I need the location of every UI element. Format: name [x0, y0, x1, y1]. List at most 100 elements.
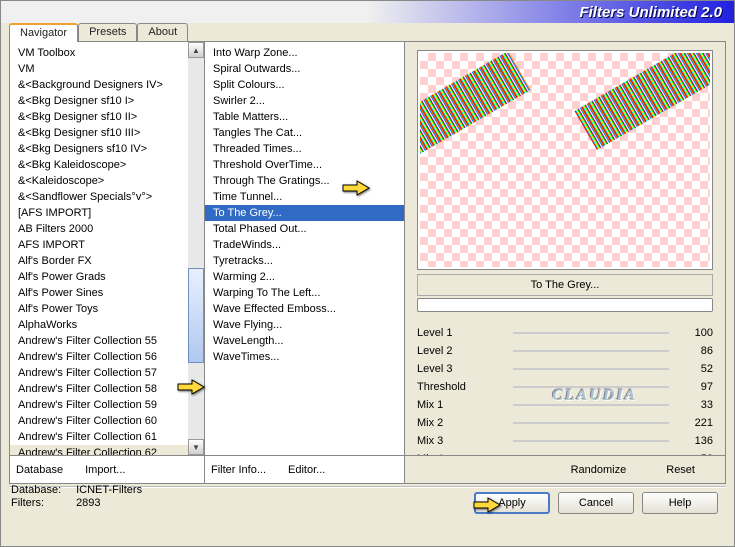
slider-row[interactable]: Mix 2 221 — [417, 414, 713, 432]
slider-value: 221 — [675, 417, 713, 429]
slider-track[interactable] — [513, 368, 669, 370]
list-item[interactable]: Andrew's Filter Collection 59 — [10, 397, 204, 413]
slider-track[interactable] — [513, 422, 669, 424]
list-item[interactable]: Alf's Border FX — [10, 253, 204, 269]
list-item[interactable]: Warping To The Left... — [205, 285, 404, 301]
slider-row[interactable]: Mix 133 — [417, 396, 713, 414]
list-item[interactable]: Wave Flying... — [205, 317, 404, 333]
preview-area — [417, 50, 713, 270]
preview-canvas — [420, 53, 710, 267]
list-item[interactable]: Warming 2... — [205, 269, 404, 285]
slider-row[interactable]: Level 286 — [417, 342, 713, 360]
slider-track[interactable] — [513, 350, 669, 352]
help-button[interactable]: Help — [642, 492, 718, 514]
list-item[interactable]: Spiral Outwards... — [205, 61, 404, 77]
filter-toolbar: Filter Info... Editor... — [205, 455, 404, 483]
status-info: Database: ICNET-Filters Filters: 2893 — [11, 484, 142, 510]
list-item[interactable]: WaveTimes... — [205, 349, 404, 365]
preview-label: To The Grey... — [417, 274, 713, 296]
list-item[interactable]: Andrew's Filter Collection 57 — [10, 365, 204, 381]
slider-row[interactable]: Mix 3136 — [417, 432, 713, 450]
slider-label: Level 3 — [417, 363, 507, 375]
slider-track[interactable] — [513, 404, 669, 406]
tab-about[interactable]: About — [137, 23, 188, 42]
slider-value: 136 — [675, 435, 713, 447]
filter-list[interactable]: Into Warp Zone...Spiral Outwards...Split… — [205, 42, 404, 368]
list-item[interactable]: Alf's Power Toys — [10, 301, 204, 317]
apply-button[interactable]: Apply — [474, 492, 550, 514]
slider-track[interactable] — [513, 440, 669, 442]
database-button[interactable]: Database — [16, 464, 63, 476]
list-item[interactable]: Into Warp Zone... — [205, 45, 404, 61]
list-item[interactable]: Tyretracks... — [205, 253, 404, 269]
list-item[interactable]: Threaded Times... — [205, 141, 404, 157]
filter-info-button[interactable]: Filter Info... — [211, 464, 266, 476]
list-item[interactable]: Time Tunnel... — [205, 189, 404, 205]
list-item[interactable]: TradeWinds... — [205, 237, 404, 253]
reset-button[interactable]: Reset — [666, 464, 695, 476]
list-item[interactable]: AlphaWorks — [10, 317, 204, 333]
slider-track[interactable] — [513, 386, 669, 388]
list-item[interactable]: To The Grey... — [205, 205, 404, 221]
list-item[interactable]: AB Filters 2000 — [10, 221, 204, 237]
list-item[interactable]: Threshold OverTime... — [205, 157, 404, 173]
tab-presets[interactable]: Presets — [78, 23, 137, 42]
list-item[interactable]: VM — [10, 61, 204, 77]
editor-button[interactable]: Editor... — [288, 464, 325, 476]
status-filters-value: 2893 — [76, 497, 100, 509]
list-item[interactable]: &<Bkg Designer sf10 III> — [10, 125, 204, 141]
list-item[interactable]: Wave Effected Emboss... — [205, 301, 404, 317]
list-item[interactable]: &<Bkg Designer sf10 I> — [10, 93, 204, 109]
slider-track[interactable] — [513, 332, 669, 334]
tab-navigator[interactable]: Navigator — [9, 23, 78, 42]
scroll-thumb[interactable] — [188, 268, 204, 363]
list-item[interactable]: Swirler 2... — [205, 93, 404, 109]
list-item[interactable]: &<Sandflower Specials°v°> — [10, 189, 204, 205]
dialog-buttons: Apply Cancel Help — [474, 492, 718, 514]
list-item[interactable]: VM Toolbox — [10, 45, 204, 61]
list-item[interactable]: Andrew's Filter Collection 60 — [10, 413, 204, 429]
filter-column: Into Warp Zone...Spiral Outwards...Split… — [205, 42, 405, 483]
list-item[interactable]: &<Bkg Kaleidoscope> — [10, 157, 204, 173]
category-scrollbar[interactable]: ▲ ▼ — [188, 42, 204, 455]
list-item[interactable]: Andrew's Filter Collection 55 — [10, 333, 204, 349]
category-list[interactable]: VM ToolboxVM&<Background Designers IV>&<… — [10, 42, 204, 480]
list-item[interactable]: &<Kaleidoscope> — [10, 173, 204, 189]
list-item[interactable]: &<Bkg Designer sf10 II> — [10, 109, 204, 125]
list-item[interactable]: &<Background Designers IV> — [10, 77, 204, 93]
scroll-up-icon[interactable]: ▲ — [188, 42, 204, 58]
list-item[interactable]: AFS IMPORT — [10, 237, 204, 253]
list-item[interactable]: Andrew's Filter Collection 56 — [10, 349, 204, 365]
status-filters-label: Filters: — [11, 497, 73, 510]
slider-row[interactable]: Level 352 — [417, 360, 713, 378]
slider-value: 86 — [675, 345, 713, 357]
slider-label: Mix 1 — [417, 399, 507, 411]
list-item[interactable]: Alf's Power Sines — [10, 285, 204, 301]
list-item[interactable]: Total Phased Out... — [205, 221, 404, 237]
scroll-track[interactable] — [188, 58, 204, 439]
list-item[interactable]: Andrew's Filter Collection 58 — [10, 381, 204, 397]
randomize-button[interactable]: Randomize — [571, 464, 627, 476]
list-item[interactable]: Through The Gratings... — [205, 173, 404, 189]
slider-label: Level 1 — [417, 327, 507, 339]
scroll-down-icon[interactable]: ▼ — [188, 439, 204, 455]
title-bar: Filters Unlimited 2.0 — [1, 1, 734, 23]
import-button[interactable]: Import... — [85, 464, 125, 476]
preview-artifact — [574, 53, 710, 150]
list-item[interactable]: &<Bkg Designers sf10 IV> — [10, 141, 204, 157]
preview-artifact — [420, 53, 531, 170]
cancel-button[interactable]: Cancel — [558, 492, 634, 514]
category-toolbar: Database Import... — [10, 455, 204, 483]
preview-column: To The Grey... CLAUDIA Level 1100Level 2… — [405, 42, 725, 483]
list-item[interactable]: [AFS IMPORT] — [10, 205, 204, 221]
list-item[interactable]: Alf's Power Grads — [10, 269, 204, 285]
slider-label: Mix 2 — [417, 417, 507, 429]
list-item[interactable]: Andrew's Filter Collection 61 — [10, 429, 204, 445]
list-item[interactable]: Tangles The Cat... — [205, 125, 404, 141]
slider-row[interactable]: Threshold97 — [417, 378, 713, 396]
list-item[interactable]: WaveLength... — [205, 333, 404, 349]
main-content: VM ToolboxVM&<Background Designers IV>&<… — [9, 41, 726, 484]
list-item[interactable]: Split Colours... — [205, 77, 404, 93]
list-item[interactable]: Table Matters... — [205, 109, 404, 125]
slider-row[interactable]: Level 1100 — [417, 324, 713, 342]
